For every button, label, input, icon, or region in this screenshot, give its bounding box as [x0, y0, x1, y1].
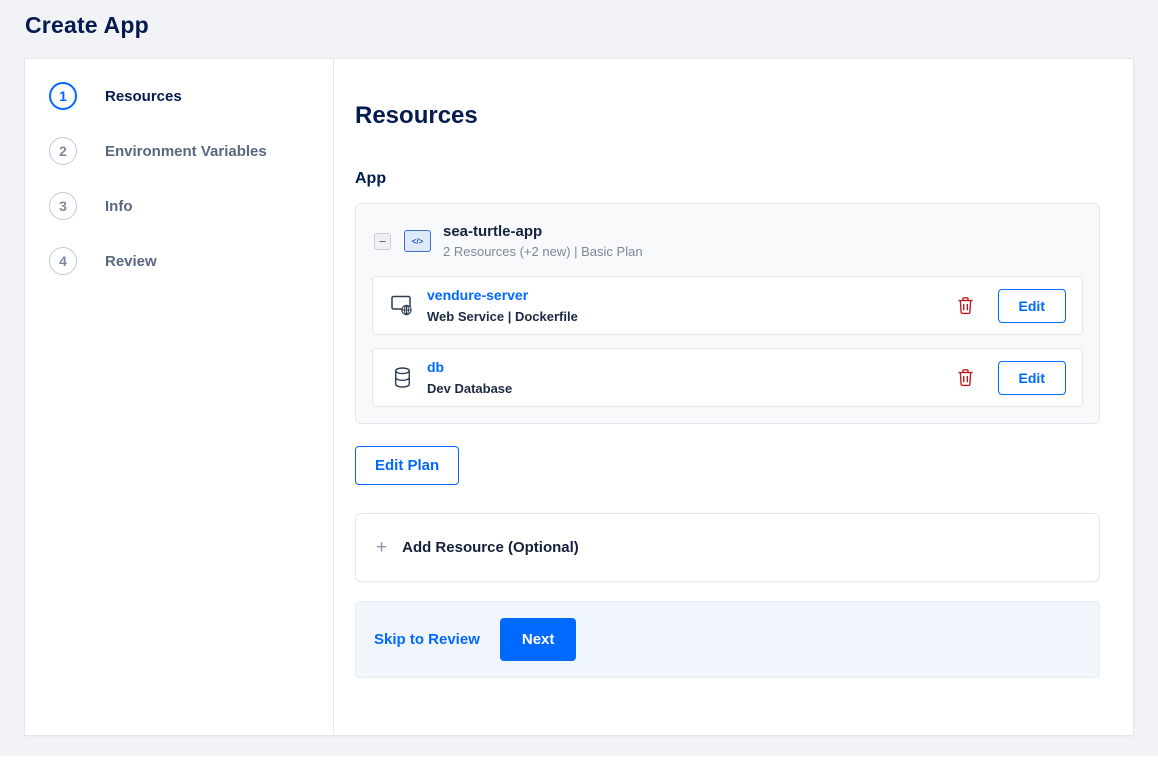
resource-actions: Edit [957, 360, 1066, 395]
add-resource-label: Add Resource (Optional) [402, 539, 579, 556]
resource-text: vendure-server Web Service | Dockerfile [427, 287, 578, 324]
next-button[interactable]: Next [499, 618, 577, 661]
stepper: 1 Resources 2 Environment Variables 3 In… [25, 59, 334, 735]
bottom-strip [0, 756, 1158, 769]
resource-name-link[interactable]: vendure-server [427, 287, 528, 303]
resource-meta: Dev Database [427, 381, 513, 396]
step-number-1: 1 [49, 82, 77, 110]
step-number-2: 2 [49, 137, 77, 165]
stepper-item-review[interactable]: 4 Review [49, 247, 333, 275]
step-label-environment-variables: Environment Variables [105, 142, 267, 160]
resource-name-link[interactable]: db [427, 359, 444, 375]
step-label-info: Info [105, 197, 133, 215]
collapse-button[interactable]: − [374, 232, 391, 250]
step-number-3: 3 [49, 192, 77, 220]
plus-icon: + [376, 536, 388, 558]
edit-plan-button[interactable]: Edit Plan [355, 446, 460, 485]
resource-row-db: db Dev Database Edit [372, 348, 1083, 407]
app-section-label: App [355, 170, 387, 187]
resource-row-vendure-server: vendure-server Web Service | Dockerfile [372, 276, 1083, 335]
stepper-item-info[interactable]: 3 Info [49, 192, 333, 220]
database-icon [389, 367, 415, 388]
app-group-name: sea-turtle-app [443, 223, 543, 240]
page-title: Create App [25, 12, 149, 38]
add-resource-card[interactable]: + Add Resource (Optional) [355, 513, 1100, 582]
app-group-card: − </> sea-turtle-app 2 Resources (+2 new… [355, 203, 1100, 424]
app-group-header: − </> sea-turtle-app 2 Resources (+2 new… [356, 204, 1099, 276]
web-service-icon [389, 295, 415, 316]
create-app-card: 1 Resources 2 Environment Variables 3 In… [24, 58, 1134, 736]
footer-actions: Skip to Review Next [355, 601, 1100, 678]
delete-icon[interactable] [957, 296, 974, 315]
step-number-4: 4 [49, 247, 77, 275]
resource-text: db Dev Database [427, 359, 512, 396]
delete-icon[interactable] [957, 368, 974, 387]
skip-to-review-link[interactable]: Skip to Review [374, 631, 480, 648]
edit-button[interactable]: Edit [997, 360, 1066, 395]
resource-meta: Web Service | Dockerfile [427, 309, 578, 324]
stepper-item-environment-variables[interactable]: 2 Environment Variables [49, 137, 333, 165]
stepper-item-resources[interactable]: 1 Resources [49, 82, 333, 110]
resource-rows: vendure-server Web Service | Dockerfile [372, 276, 1083, 407]
step-label-resources: Resources [105, 87, 182, 105]
resource-actions: Edit [957, 288, 1066, 323]
app-group-meta: 2 Resources (+2 new) | Basic Plan [443, 244, 643, 259]
code-icon: </> [404, 230, 431, 252]
content-heading: Resources [355, 102, 478, 129]
app-group-titles: sea-turtle-app 2 Resources (+2 new) | Ba… [443, 223, 643, 259]
step-label-review: Review [105, 252, 157, 270]
resources-content: Resources App − </> sea-turtle-app 2 Res… [334, 59, 1133, 735]
edit-button[interactable]: Edit [997, 288, 1066, 323]
